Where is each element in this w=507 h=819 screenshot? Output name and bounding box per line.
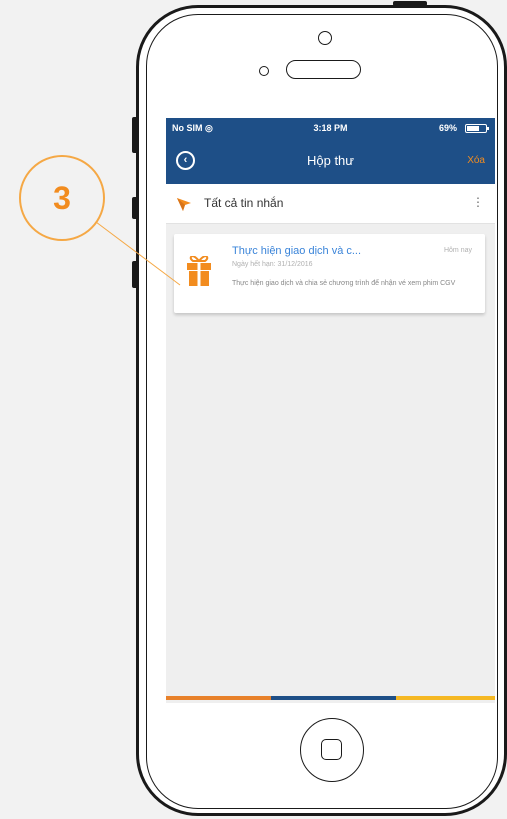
callout-number: 3 (19, 155, 105, 241)
callout-line (95, 221, 181, 286)
